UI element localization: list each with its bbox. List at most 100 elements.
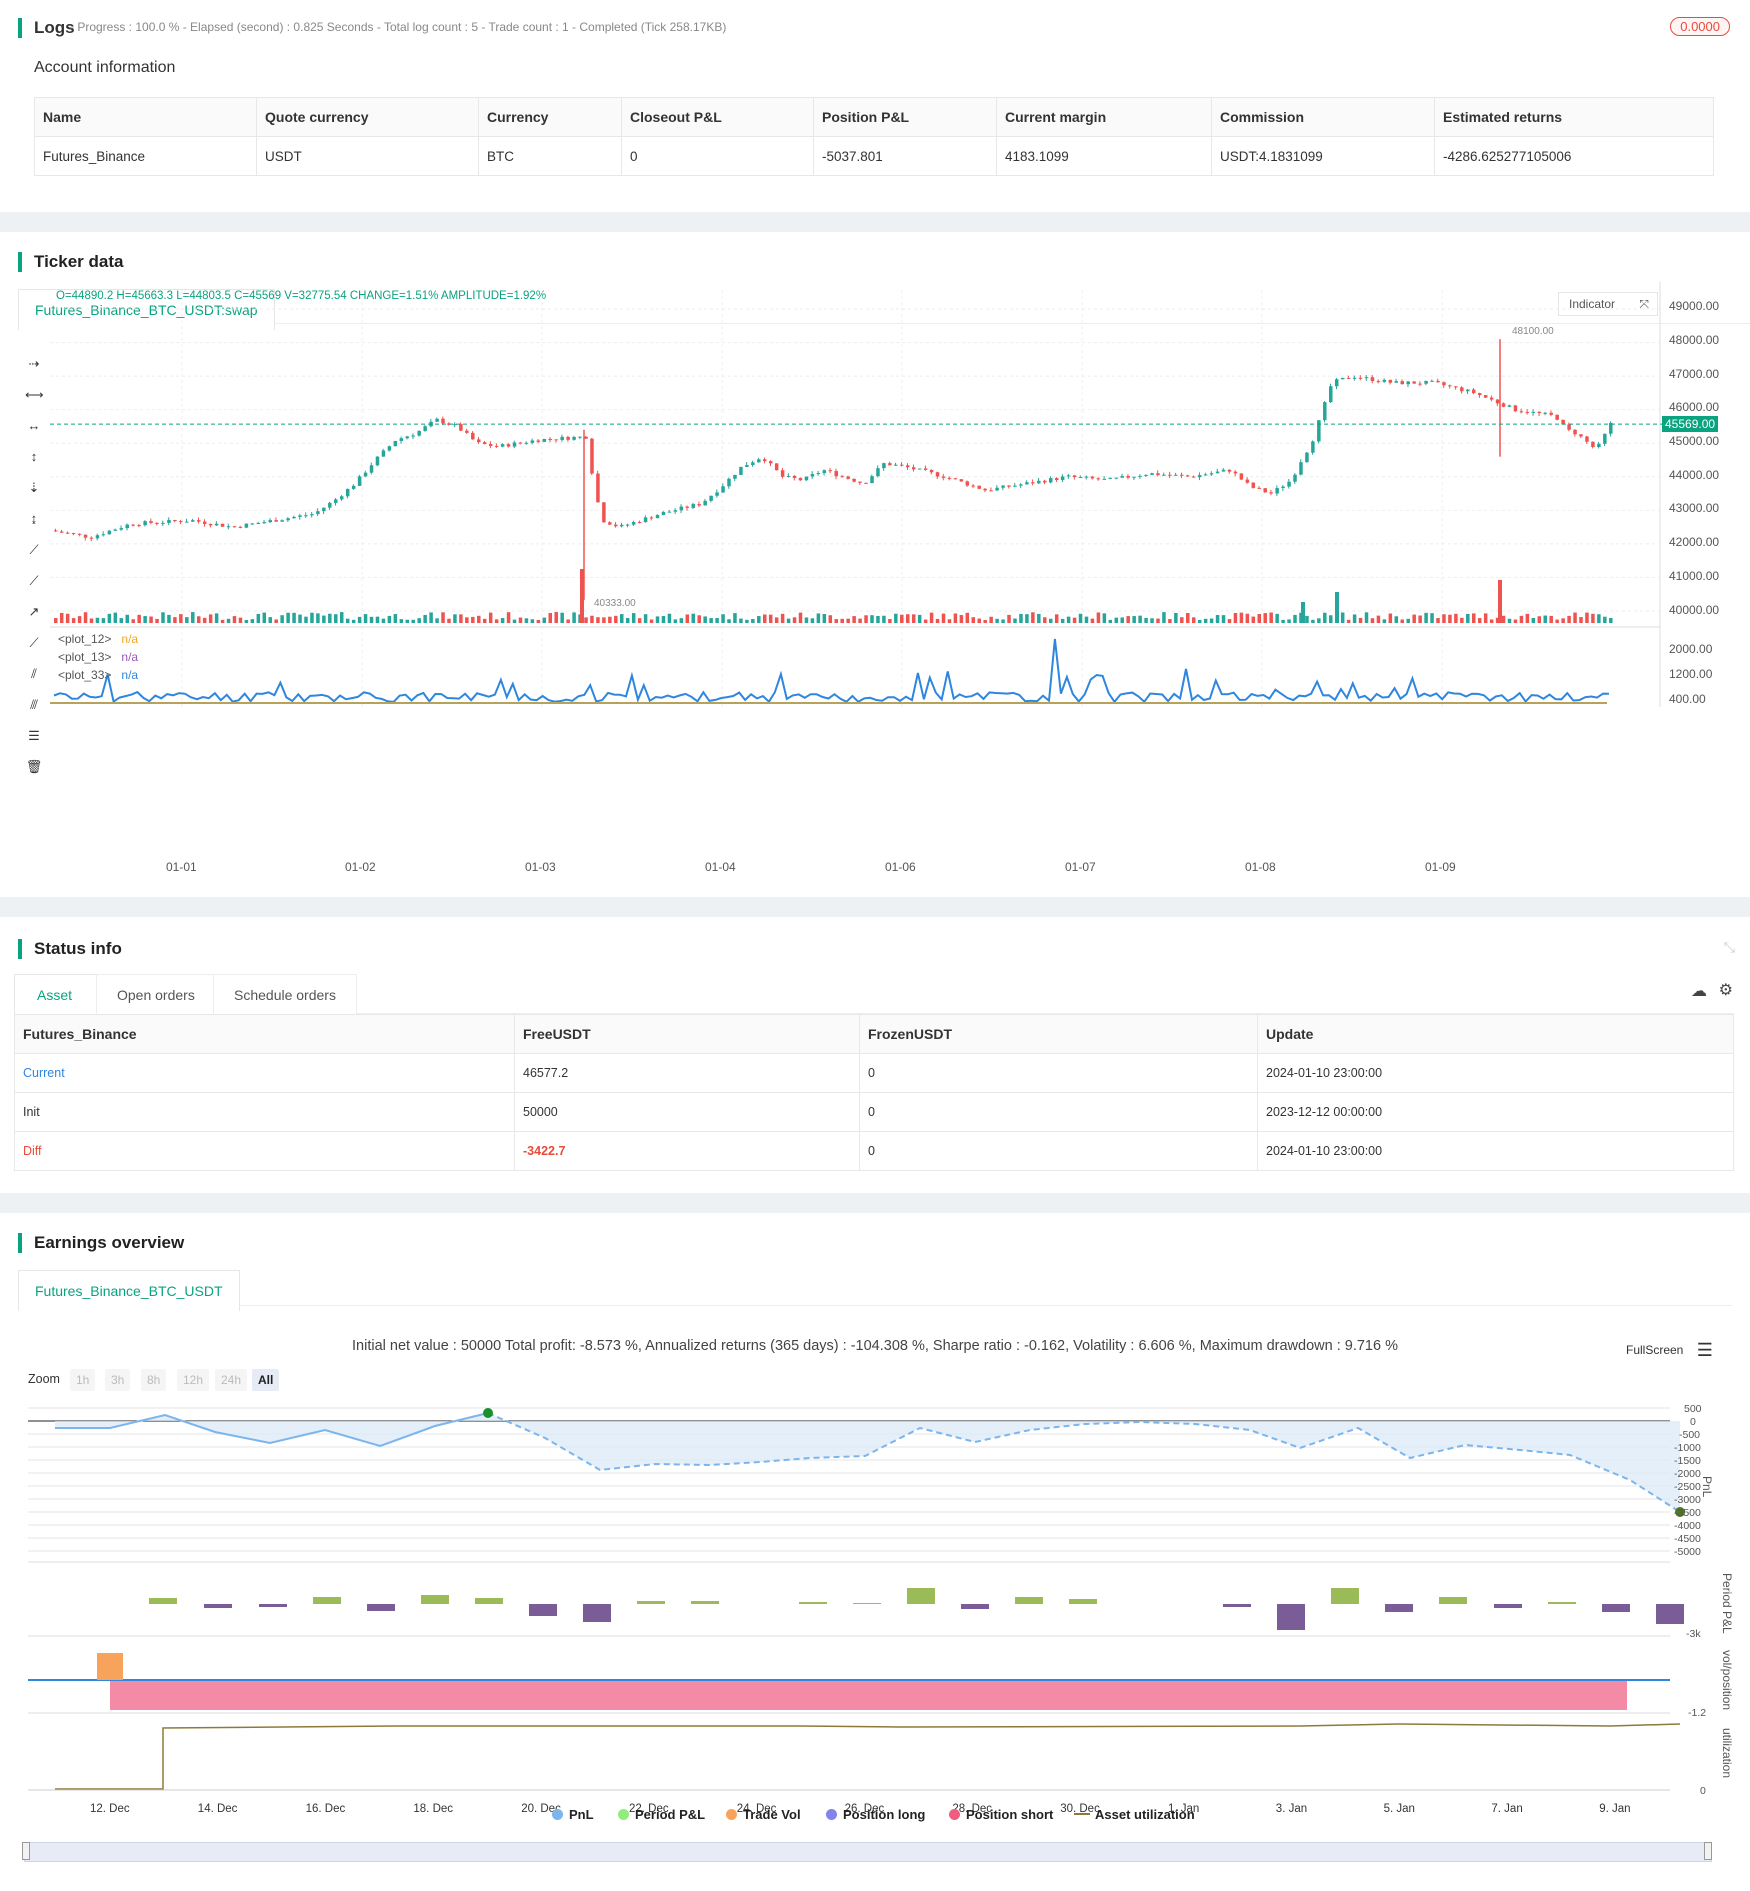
volume-bar (1329, 615, 1333, 623)
volume-bar (1227, 619, 1232, 623)
navigator-left-handle[interactable] (22, 1842, 30, 1860)
volume-bar (614, 615, 618, 623)
row-label-init: Init (14, 1092, 515, 1132)
volume-bar (757, 616, 761, 623)
candle (1340, 377, 1345, 380)
zoom-24h-button[interactable]: 24h (215, 1369, 248, 1391)
candle (1400, 381, 1405, 385)
vol-axis-title: vol/position (1720, 1650, 1734, 1711)
volume-bar (1340, 612, 1345, 623)
candlestick-chart (50, 282, 1662, 707)
zoom-8h-button[interactable]: 8h (141, 1369, 167, 1391)
gear-icon[interactable]: ⚙ (1719, 980, 1733, 1000)
asset-table: Futures_Binance FreeUSDT FrozenUSDT Upda… (14, 1014, 1734, 1171)
volume-bar (256, 613, 261, 623)
cell: Futures_Binance (34, 136, 257, 176)
candle (1466, 389, 1470, 392)
navigator[interactable] (24, 1842, 1712, 1862)
pnl-tick: 500 (1684, 1403, 1702, 1415)
candle (1501, 403, 1506, 407)
volume-bar (345, 618, 350, 623)
candle (965, 481, 970, 486)
volume-bar (780, 613, 785, 623)
volume-bar (1156, 618, 1160, 623)
plot-33-line (53, 638, 1610, 704)
legend-trade-vol[interactable]: Trade Vol (726, 1807, 801, 1822)
plot-legend-item: <plot_13> n/a (58, 650, 139, 664)
status-title: Status info (18, 939, 122, 959)
cell: -5037.801 (813, 136, 997, 176)
account-heading: Account information (34, 59, 176, 76)
candle (739, 466, 743, 475)
candle (1317, 420, 1321, 442)
volume-bar (876, 615, 880, 623)
fullscreen-button[interactable]: FullScreen ☰ (1626, 1340, 1713, 1361)
volume-bar (1394, 616, 1399, 623)
volume-bar (1013, 618, 1017, 623)
candle (923, 468, 928, 470)
candle (77, 533, 82, 535)
volume-bar (1543, 615, 1548, 623)
candle (471, 432, 475, 440)
candle (876, 468, 880, 477)
candle (810, 474, 815, 477)
legend-period-pnl[interactable]: Period P&L (618, 1807, 705, 1822)
period-pnl-bar (691, 1601, 719, 1604)
cloud-download-icon[interactable]: ☁ (1691, 981, 1707, 1001)
pnl-area (55, 1413, 1680, 1512)
navigator-right-handle[interactable] (1704, 1842, 1712, 1860)
pnl-tick: -4000 (1674, 1520, 1701, 1532)
zoom-all-button[interactable]: All (252, 1369, 280, 1391)
candle (882, 463, 886, 469)
volume-bar (1400, 619, 1405, 623)
volume-bar (935, 618, 940, 623)
volume-bar (1501, 615, 1506, 623)
candle (435, 418, 439, 422)
legend-position-short[interactable]: Position short (949, 1807, 1053, 1822)
collapse-icon[interactable]: ⤡ (1724, 939, 1735, 956)
volume-bar (482, 618, 487, 623)
tab-open-orders[interactable]: Open orders (96, 974, 216, 1015)
pnl-tick: -1000 (1674, 1442, 1701, 1454)
volume-bar (1275, 613, 1279, 623)
legend-asset-utilization[interactable]: Asset utilization (1074, 1807, 1195, 1822)
volume-bar (1102, 613, 1107, 623)
col-free: FreeUSDT (514, 1014, 860, 1054)
volume-bar (1072, 617, 1077, 623)
max-point-marker (483, 1408, 493, 1418)
zoom-12h-button[interactable]: 12h (177, 1369, 210, 1391)
volume-bar (1597, 614, 1601, 623)
candle (828, 470, 833, 472)
zoom-1h-button[interactable]: 1h (70, 1369, 96, 1391)
pnl-tick: -1500 (1674, 1455, 1701, 1467)
volume-bar (1382, 619, 1387, 623)
volume-bar (1090, 618, 1095, 623)
col-current-margin: Current margin (996, 97, 1212, 137)
legend-position-long[interactable]: Position long (826, 1807, 925, 1822)
period-pnl-bar (1439, 1597, 1467, 1604)
candle (1495, 399, 1500, 404)
volume-bar (214, 613, 219, 623)
candle (548, 438, 553, 440)
candle (54, 530, 58, 532)
time-tick: 5. Jan (1383, 1803, 1415, 1815)
volume-bar (602, 617, 606, 623)
util-tick: 0 (1700, 1785, 1706, 1797)
candle (1120, 475, 1124, 478)
volume-bar (441, 612, 445, 623)
volume-bar (1215, 614, 1220, 623)
tab-schedule-orders[interactable]: Schedule orders (213, 974, 357, 1015)
legend-pnl[interactable]: PnL (552, 1807, 594, 1822)
candle (1424, 380, 1428, 384)
tab-earnings-symbol[interactable]: Futures_Binance_BTC_USDT (18, 1270, 240, 1311)
zoom-3h-button[interactable]: 3h (105, 1369, 131, 1391)
candle (1221, 469, 1226, 472)
volume-bar (304, 616, 308, 623)
period-pnl-bar (1015, 1597, 1043, 1604)
menu-icon[interactable]: ☰ (1697, 1340, 1713, 1360)
candle (911, 467, 916, 470)
candle (1406, 381, 1410, 385)
volume-bar (1388, 613, 1393, 623)
volume-bar (274, 619, 278, 623)
trade-vol-bar (97, 1653, 123, 1680)
